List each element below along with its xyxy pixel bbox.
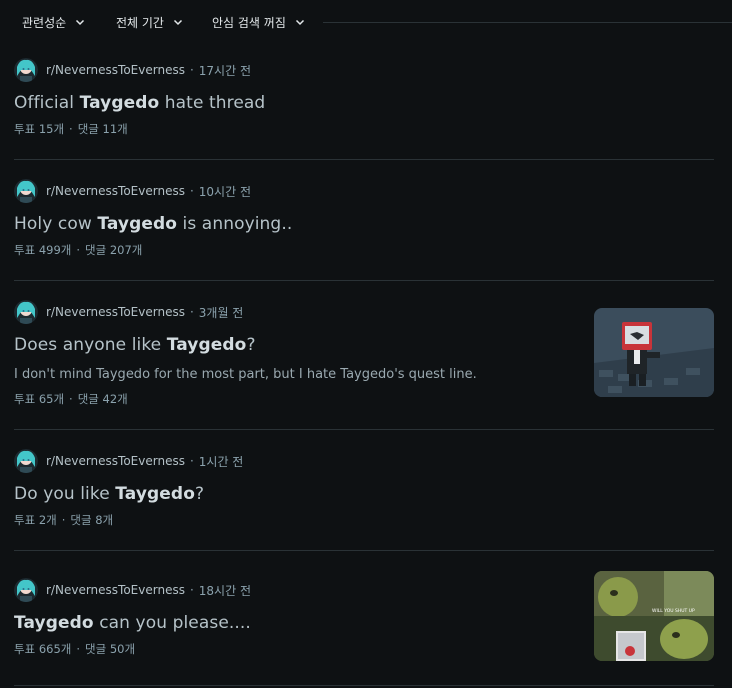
- meme-caption: WILL YOU SHUT UP: [652, 608, 695, 614]
- post-divider: [14, 550, 714, 551]
- stats-separator: ·: [61, 513, 66, 527]
- vote-count: 투표 665개: [14, 642, 72, 656]
- title-text: Official: [14, 93, 80, 113]
- safe-search-label: 안심 검색 꺼짐: [212, 15, 286, 30]
- stats-separator: ·: [69, 122, 73, 136]
- safe-search-dropdown[interactable]: 안심 검색 꺼짐: [212, 10, 306, 34]
- title-text: is annoying..: [177, 214, 293, 234]
- time-range-label: 전체 기간: [116, 15, 164, 30]
- vote-count: 투표 2개: [14, 513, 57, 527]
- title-highlight: Taygedo: [97, 214, 178, 234]
- title-text: Holy cow: [14, 214, 98, 234]
- chevron-down-icon: [295, 19, 304, 26]
- robot-character-thumbnail: [594, 308, 714, 397]
- vote-count: 투표 15개: [14, 122, 65, 136]
- post-meta: r/NevernessToEverness · 1시간 전: [14, 449, 714, 473]
- post-meta: r/NevernessToEverness · 17시간 전: [14, 58, 714, 82]
- post-time: 17시간 전: [198, 63, 251, 78]
- stats-separator: ·: [69, 392, 73, 406]
- title-text: Does anyone like: [14, 335, 167, 355]
- search-result-post[interactable]: r/NevernessToEverness · 1시간 전 Do you lik…: [14, 449, 714, 528]
- subreddit-link[interactable]: r/NevernessToEverness: [46, 454, 185, 468]
- comment-count: 댓글 207개: [85, 243, 143, 257]
- post-time: 3개월 전: [198, 305, 244, 320]
- post-title[interactable]: Do you like Taygedo?: [14, 483, 714, 505]
- title-highlight: Taygedo: [14, 613, 94, 633]
- stats-separator: ·: [76, 642, 81, 656]
- subreddit-avatar[interactable]: [14, 58, 38, 82]
- post-title[interactable]: Holy cow Taygedo is annoying..: [14, 213, 714, 235]
- comment-count: 댓글 8개: [70, 513, 114, 527]
- post-meta: r/NevernessToEverness · 10시간 전: [14, 179, 714, 203]
- comment-count: 댓글 11개: [77, 122, 128, 136]
- post-stats: 투표 2개 · 댓글 8개: [14, 512, 714, 528]
- subreddit-link[interactable]: r/NevernessToEverness: [46, 63, 185, 77]
- post-stats: 투표 15개 · 댓글 11개: [14, 121, 714, 137]
- post-thumbnail[interactable]: WILL YOU SHUT UP: [594, 571, 714, 661]
- search-result-post[interactable]: r/NevernessToEverness · 17시간 전 Official …: [14, 58, 714, 137]
- shrek-meme-thumbnail: WILL YOU SHUT UP: [594, 571, 714, 661]
- title-text: ?: [194, 484, 205, 504]
- post-title[interactable]: Official Taygedo hate thread: [14, 92, 714, 114]
- title-text: Do you like: [14, 484, 116, 504]
- post-divider: [14, 429, 714, 430]
- sort-label: 관련성순: [22, 15, 67, 30]
- title-highlight: Taygedo: [79, 93, 160, 113]
- title-highlight: Taygedo: [115, 484, 195, 504]
- chevron-down-icon: [173, 19, 183, 26]
- stats-separator: ·: [76, 243, 81, 257]
- sort-dropdown[interactable]: 관련성순: [22, 10, 86, 34]
- vote-count: 투표 499개: [14, 243, 72, 257]
- title-text: ?: [246, 335, 256, 355]
- chevron-down-icon: [76, 19, 85, 26]
- meta-separator: ·: [189, 583, 194, 597]
- subreddit-link[interactable]: r/NevernessToEverness: [46, 583, 185, 597]
- post-divider: [14, 685, 714, 686]
- meta-separator: ·: [189, 63, 194, 77]
- title-text: hate thread: [159, 93, 266, 113]
- filters-divider: [323, 22, 732, 23]
- meta-separator: ·: [189, 305, 194, 319]
- post-time: 1시간 전: [198, 454, 244, 469]
- post-time: 10시간 전: [198, 184, 251, 199]
- title-highlight: Taygedo: [166, 335, 247, 355]
- post-thumbnail[interactable]: [594, 308, 714, 397]
- subreddit-avatar[interactable]: [14, 449, 38, 473]
- post-divider: [14, 159, 714, 160]
- comment-count: 댓글 42개: [77, 392, 128, 406]
- meta-separator: ·: [189, 454, 194, 468]
- search-result-post[interactable]: r/NevernessToEverness · 10시간 전 Holy cow …: [14, 179, 714, 258]
- meta-separator: ·: [189, 184, 194, 198]
- title-text: can you please....: [93, 613, 251, 633]
- search-filters-bar: 관련성순 전체 기간 안심 검색 꺼짐: [0, 0, 732, 44]
- comment-count: 댓글 50개: [85, 642, 136, 656]
- post-divider: [14, 280, 714, 281]
- subreddit-avatar[interactable]: [14, 300, 38, 324]
- time-range-dropdown[interactable]: 전체 기간: [116, 10, 184, 34]
- vote-count: 투표 65개: [14, 392, 65, 406]
- subreddit-link[interactable]: r/NevernessToEverness: [46, 305, 185, 319]
- subreddit-avatar[interactable]: [14, 179, 38, 203]
- subreddit-link[interactable]: r/NevernessToEverness: [46, 184, 185, 198]
- post-stats: 투표 499개 · 댓글 207개: [14, 242, 714, 258]
- post-time: 18시간 전: [198, 583, 251, 598]
- subreddit-avatar[interactable]: [14, 578, 38, 602]
